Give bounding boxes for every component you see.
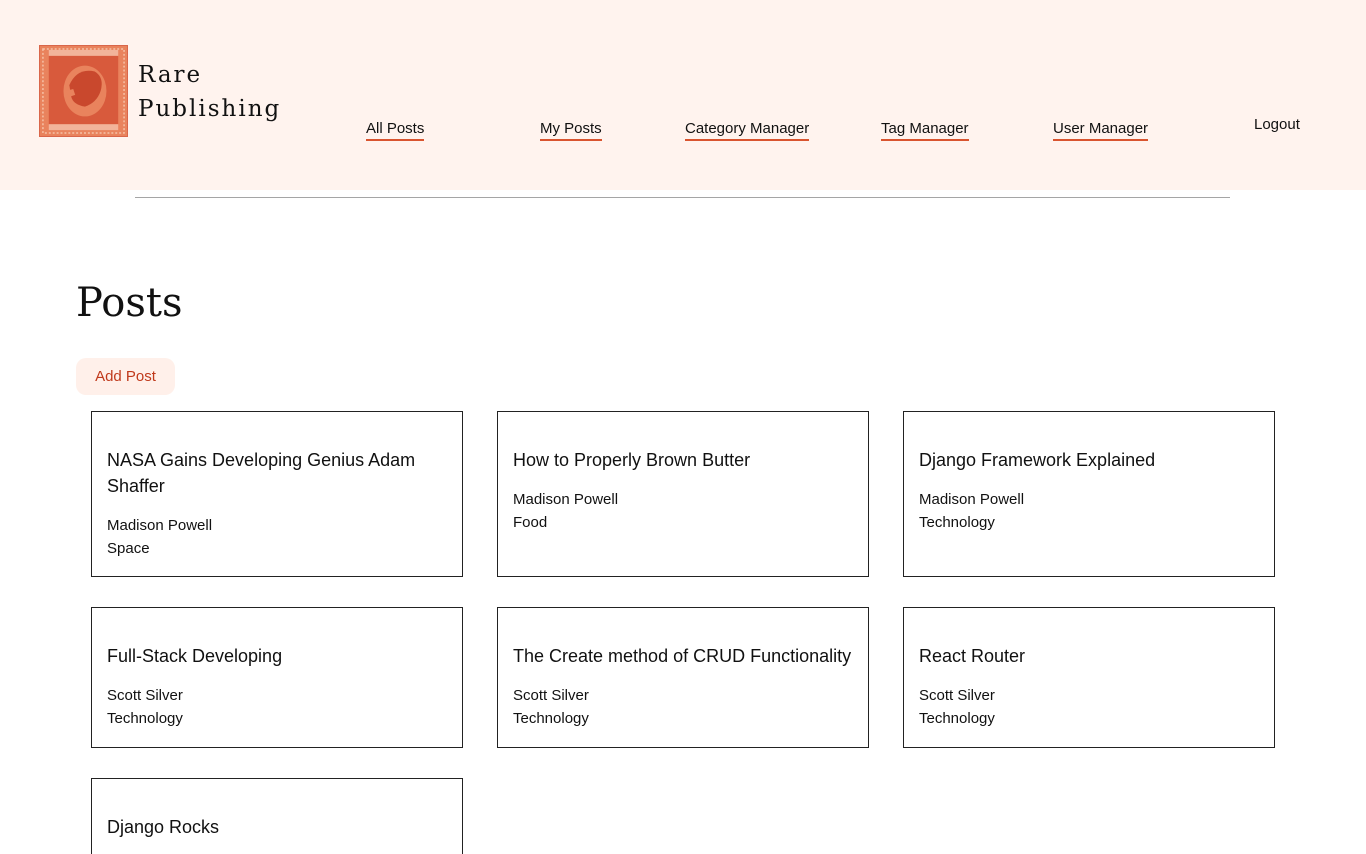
post-author: Scott Silver (513, 687, 589, 704)
post-title: How to Properly Brown Butter (513, 450, 751, 470)
post-card[interactable]: Full-Stack Developing Scott Silver Techn… (91, 607, 463, 748)
brand-line-1: Rare (138, 62, 203, 88)
post-card[interactable]: The Create method of CRUD Functionality … (497, 607, 869, 748)
add-post-button[interactable]: Add Post (76, 358, 175, 395)
brand-name[interactable]: Rare Publishing (138, 58, 281, 126)
post-title: Full-Stack Developing (107, 646, 283, 666)
post-author: Scott Silver (919, 687, 995, 704)
post-card[interactable]: Django Rocks (91, 778, 463, 854)
post-card[interactable]: React Router Scott Silver Technology (903, 607, 1275, 748)
post-category: Food (513, 514, 548, 531)
post-title: Django Framework Explained (919, 450, 1156, 470)
post-author: Madison Powell (107, 517, 213, 534)
post-category: Technology (107, 710, 183, 727)
post-author: Madison Powell (513, 491, 619, 508)
post-card[interactable]: NASA Gains Developing Genius Adam Shaffe… (91, 411, 463, 577)
nav-user-manager[interactable]: User Manager (1053, 120, 1149, 141)
site-header: Rare Publishing All Posts My Posts Categ… (0, 0, 1366, 190)
nav-tag-manager[interactable]: Tag Manager (881, 120, 969, 141)
stamp-logo-icon[interactable] (39, 45, 128, 137)
stamp-logo-graphic (40, 46, 127, 136)
nav-all-posts[interactable]: All Posts (366, 120, 425, 141)
post-category: Technology (919, 514, 995, 531)
post-title: React Router (919, 646, 1026, 666)
post-title: NASA Gains Developing Genius Adam Shaffe… (107, 450, 416, 496)
nav-my-posts[interactable]: My Posts (540, 120, 602, 141)
post-card[interactable]: How to Properly Brown Butter Madison Pow… (497, 411, 869, 577)
post-category: Technology (919, 710, 995, 727)
post-title: Django Rocks (107, 817, 220, 837)
logout-link[interactable]: Logout (1254, 116, 1300, 133)
post-title: The Create method of CRUD Functionality (513, 646, 852, 666)
post-author: Madison Powell (919, 491, 1025, 508)
post-category: Technology (513, 710, 589, 727)
nav-category-manager[interactable]: Category Manager (685, 120, 810, 141)
page-title: Posts (76, 280, 183, 326)
header-divider (135, 197, 1230, 198)
brand-line-2: Publishing (138, 96, 282, 122)
post-card[interactable]: Django Framework Explained Madison Powel… (903, 411, 1275, 577)
post-category: Space (107, 540, 150, 557)
post-author: Scott Silver (107, 687, 183, 704)
